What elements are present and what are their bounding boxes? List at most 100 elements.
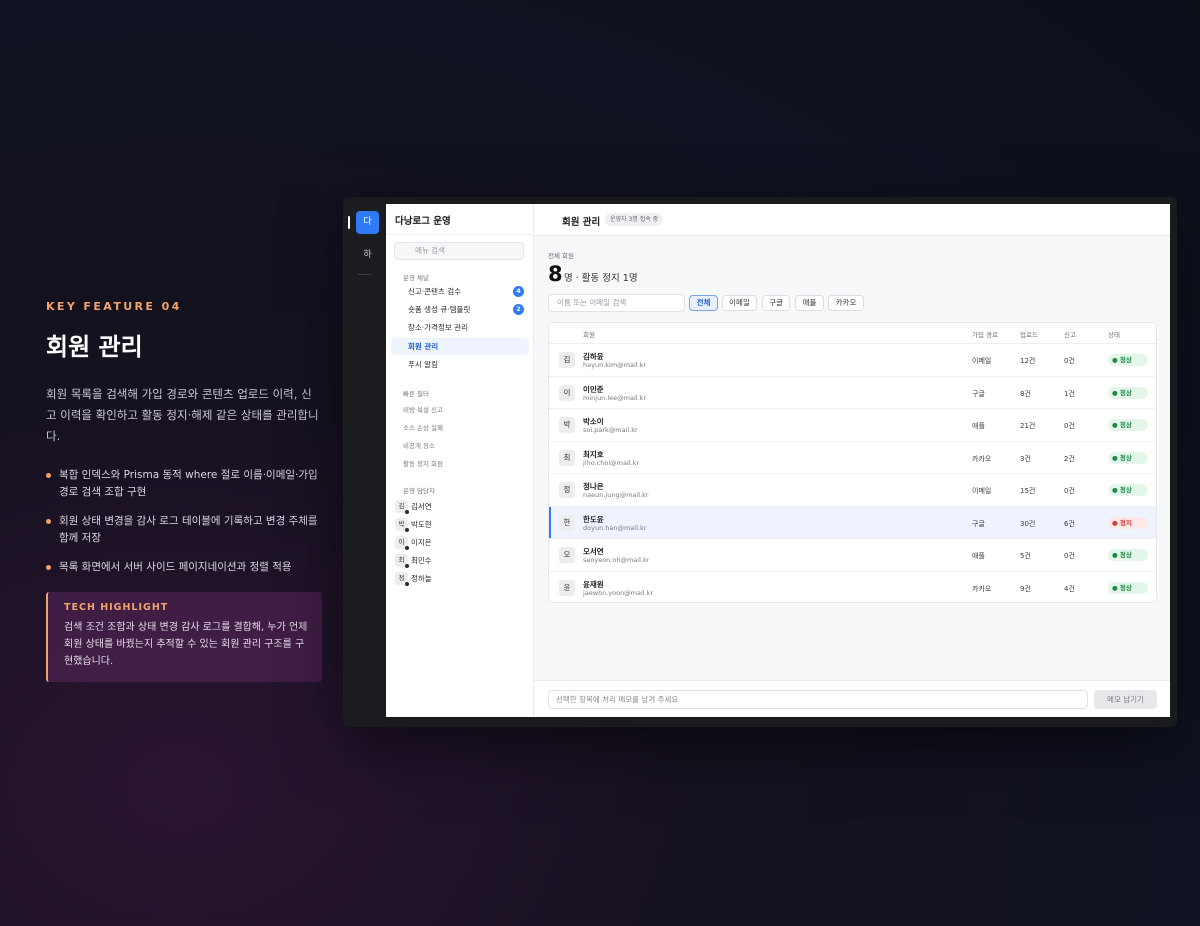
quick-filter-item[interactable]: 비방·욕설 신고 bbox=[403, 404, 443, 414]
sidebar-divider bbox=[386, 234, 534, 235]
menu-search-input[interactable]: 메뉴 검색 bbox=[394, 242, 524, 260]
column-header-member[interactable]: 회원 bbox=[583, 329, 595, 339]
filter-chip-all[interactable]: 전체 bbox=[689, 295, 718, 311]
rail-divider bbox=[358, 274, 372, 275]
member-channel: 이메일 bbox=[972, 487, 992, 495]
filter-chip-kakao[interactable]: 카카오 bbox=[828, 295, 864, 311]
app-window: 다 하 다낭로그 운영 메뉴 검색 운영 채널 신고·콘텐츠 검수 4 숏폼 생성… bbox=[343, 197, 1177, 727]
status-badge[interactable]: ● 정상 bbox=[1108, 451, 1148, 464]
sidebar-item-push[interactable]: 푸시 알림 bbox=[391, 356, 529, 373]
feature-title: 회원 관리 bbox=[46, 333, 143, 361]
status-badge[interactable]: ● 정상 bbox=[1108, 581, 1148, 594]
member-reports: 6건 bbox=[1064, 519, 1075, 528]
table-row[interactable]: 오 오서연 seoyeon.oh@mail.kr 애플 5건 0건 ● 정상 bbox=[549, 539, 1156, 572]
bullet-dot-icon bbox=[46, 565, 51, 570]
filter-chip-email[interactable]: 이메일 bbox=[722, 295, 757, 311]
column-header-channel[interactable]: 가입 경로 bbox=[972, 329, 998, 339]
rail-workspace-active[interactable]: 다 bbox=[356, 211, 379, 234]
member-channel: 구글 bbox=[972, 389, 985, 398]
table-row[interactable]: 윤 윤재원 jaewon.yoon@mail.kr 카카오 9건 4건 ● 정상 bbox=[549, 572, 1156, 603]
member-email: seoyeon.oh@mail.kr bbox=[583, 556, 650, 564]
avatar: 오 bbox=[559, 547, 575, 563]
sidebar-item-places[interactable]: 장소·가격정보 관리 bbox=[391, 319, 529, 336]
member-uploads: 5건 bbox=[1020, 552, 1031, 560]
sidebar-item-members[interactable]: 회원 관리 bbox=[391, 338, 529, 355]
status-badge[interactable]: ● 정상 bbox=[1108, 386, 1148, 399]
member-uploads: 3건 bbox=[1020, 454, 1031, 463]
filter-chip-google[interactable]: 구글 bbox=[762, 295, 790, 311]
quick-filter-item[interactable]: 비공개 장소 bbox=[403, 440, 435, 450]
count-badge: 4 bbox=[513, 286, 524, 297]
member-channel: 카카오 bbox=[972, 454, 992, 463]
member-reports: 0건 bbox=[1064, 357, 1075, 365]
online-dot-icon bbox=[405, 564, 409, 568]
online-dot-icon bbox=[405, 510, 409, 514]
status-badge[interactable]: ● 정상 bbox=[1108, 549, 1148, 561]
section-label-ops: 운영 채널 bbox=[403, 274, 429, 282]
feature-bullets: 복합 인덱스와 Prisma 동적 where 절로 이름·이메일·가입 경로 … bbox=[46, 467, 326, 576]
page-title: 회원 관리 bbox=[562, 217, 601, 228]
avatar: 정 bbox=[559, 482, 575, 498]
member-channel: 카카오 bbox=[972, 584, 992, 593]
table-row[interactable]: 김 김하윤 hayun.kim@mail.kr 이메일 12건 0건 ● 정상 bbox=[549, 344, 1156, 377]
table-row[interactable]: 이 이민준 minjun.lee@mail.kr 구글 8건 1건 ● 정상 bbox=[549, 377, 1156, 409]
status-badge[interactable]: ● 정상 bbox=[1108, 484, 1148, 496]
member-email: soi.park@mail.kr bbox=[583, 426, 638, 434]
member-uploads: 21건 bbox=[1020, 422, 1036, 430]
column-header-reports[interactable]: 신고 bbox=[1064, 329, 1076, 339]
bullet-dot-icon bbox=[46, 519, 51, 524]
member-uploads: 8건 bbox=[1020, 389, 1031, 398]
table-row[interactable]: 정 정나은 naeun.jung@mail.kr 이메일 15건 0건 ● 정상 bbox=[549, 474, 1156, 507]
column-header-uploads[interactable]: 업로드 bbox=[1020, 329, 1038, 339]
member-email: jiho.choi@mail.kr bbox=[583, 458, 640, 467]
member-reports: 2건 bbox=[1064, 454, 1075, 463]
member-uploads: 9건 bbox=[1020, 584, 1031, 593]
avatar: 김 bbox=[559, 352, 575, 368]
memo-input[interactable]: 선택한 항목에 처리 메모를 남겨 주세요 bbox=[548, 690, 1088, 709]
member-email: minjun.lee@mail.kr bbox=[583, 393, 647, 402]
tech-highlight-title: TECH HIGHLIGHT bbox=[64, 602, 169, 613]
quick-filter-item[interactable]: 소스 손상 실패 bbox=[403, 422, 443, 432]
rail-workspace-item[interactable]: 하 bbox=[356, 244, 379, 267]
member-channel: 애플 bbox=[972, 552, 985, 560]
member-channel: 애플 bbox=[972, 422, 985, 430]
online-dot-icon bbox=[405, 582, 409, 586]
section-label-filters: 빠른 필터 bbox=[403, 390, 429, 398]
feature-description: 회원 목록을 검색해 가입 경로와 콘텐츠 업로드 이력, 신고 이력을 확인하… bbox=[46, 387, 319, 443]
member-uploads: 12건 bbox=[1020, 357, 1036, 365]
member-email: hayun.kim@mail.kr bbox=[583, 361, 647, 369]
feature-bullet: 복합 인덱스와 Prisma 동적 where 절로 이름·이메일·가입 경로 … bbox=[46, 467, 322, 501]
table-header: 회원 가입 경로 업로드 신고 상태 bbox=[549, 323, 1156, 344]
save-memo-button[interactable]: 메모 남기기 bbox=[1094, 690, 1157, 709]
member-uploads: 30건 bbox=[1020, 519, 1036, 528]
tech-highlight-text: 검색 조건 조합과 상태 변경 감사 로그를 결합해, 누가 언제 회원 상태를… bbox=[64, 622, 308, 667]
table-row[interactable]: 박 박소이 soi.park@mail.kr 애플 21건 0건 ● 정상 bbox=[549, 409, 1156, 442]
app-name: 다낭로그 운영 bbox=[395, 216, 451, 227]
sidebar-item-content-review[interactable]: 신고·콘텐츠 검수 4 bbox=[391, 283, 529, 300]
topbar: 회원 관리 운영자 3명 접속 중 bbox=[534, 204, 1170, 236]
status-badge[interactable]: ● 정지 bbox=[1108, 516, 1148, 529]
online-dot-icon bbox=[405, 528, 409, 532]
status-badge[interactable]: ● 정상 bbox=[1108, 419, 1148, 431]
app-rail: 다 하 bbox=[343, 204, 385, 717]
total-members-summary: 명 · 활동 정지 1명 bbox=[564, 273, 638, 284]
column-header-status[interactable]: 상태 bbox=[1108, 329, 1120, 339]
table-row[interactable]: 최 최지호 jiho.choi@mail.kr 카카오 3건 2건 ● 정상 bbox=[549, 442, 1156, 474]
member-channel: 이메일 bbox=[972, 357, 992, 365]
avatar: 최 bbox=[559, 449, 575, 466]
table-row[interactable]: 한 한도윤 doyun.han@mail.kr 구글 30건 6건 ● 정지 bbox=[549, 506, 1156, 539]
member-email: naeun.jung@mail.kr bbox=[583, 491, 649, 499]
status-badge[interactable]: ● 정상 bbox=[1108, 354, 1148, 366]
memo-bar: 선택한 항목에 처리 메모를 남겨 주세요 메모 남기기 bbox=[534, 680, 1170, 717]
member-reports: 0건 bbox=[1064, 422, 1075, 430]
feature-eyebrow: KEY FEATURE 04 bbox=[46, 300, 182, 313]
sidebar-item-shortform-queue[interactable]: 숏폼 생성 큐·템플릿 2 bbox=[391, 301, 529, 318]
member-search-input[interactable]: 이름 또는 이메일 검색 bbox=[548, 294, 685, 312]
quick-filter-item[interactable]: 활동 정지 회원 bbox=[403, 458, 443, 468]
online-dot-icon bbox=[405, 546, 409, 550]
total-members-count: 8 bbox=[548, 262, 563, 286]
count-badge: 2 bbox=[513, 304, 524, 315]
avatar: 한 bbox=[559, 514, 575, 531]
bullet-dot-icon bbox=[46, 473, 51, 478]
filter-chip-apple[interactable]: 애플 bbox=[795, 295, 824, 311]
